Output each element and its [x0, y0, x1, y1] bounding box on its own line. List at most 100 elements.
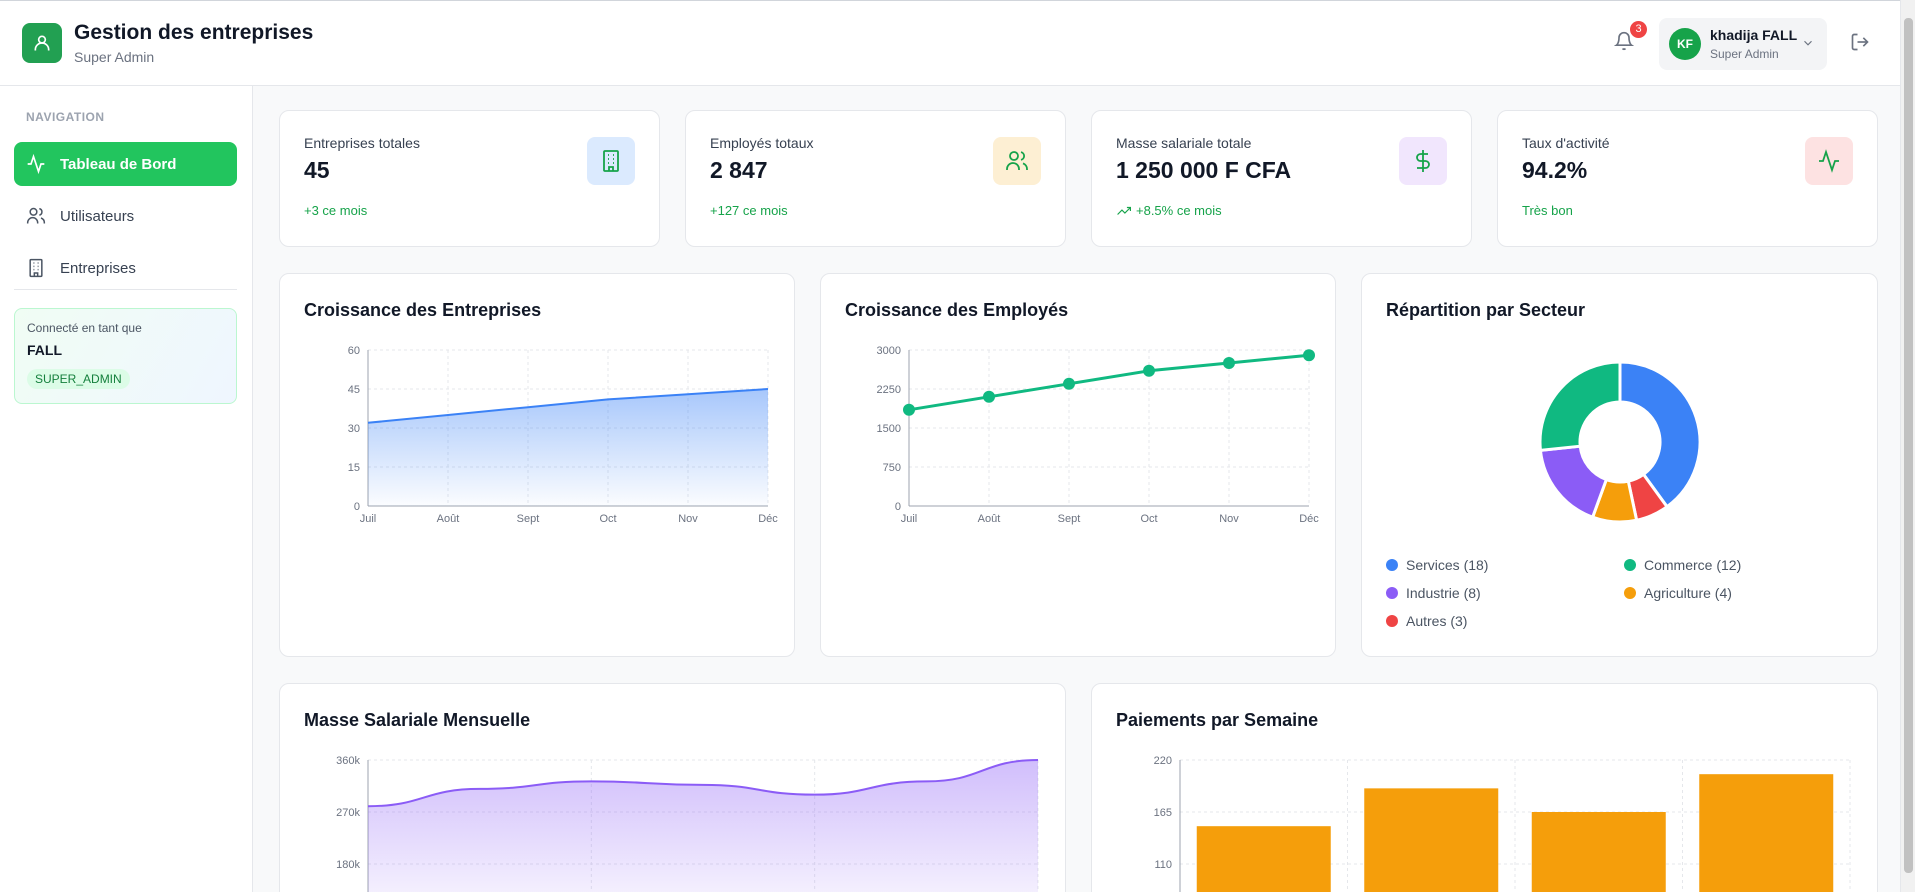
y-tick-label: 0: [895, 501, 901, 513]
x-tick-label: Juil: [901, 513, 918, 525]
sidebar-item-entreprises[interactable]: Entreprises: [14, 246, 237, 290]
building-icon: [587, 137, 635, 185]
connected-user-panel: Connecté en tant que FALL SUPER_ADMIN: [14, 308, 237, 404]
y-tick-label: 2250: [877, 384, 901, 396]
bar: [1699, 774, 1834, 892]
avatar: KF: [1669, 28, 1701, 60]
sidebar-item-label: Utilisateurs: [60, 207, 135, 225]
y-tick-label: 60: [348, 345, 360, 357]
legend-item: Agriculture (4): [1624, 585, 1732, 601]
x-tick-label: Oct: [1140, 513, 1157, 525]
legend-swatch: [1624, 559, 1636, 571]
stat-delta: +3 ce mois: [304, 203, 368, 218]
stat-card-masse-salariale: Masse salariale totale 1 250 000 F CFA +…: [1091, 110, 1472, 247]
connected-label: Connecté en tant que: [27, 321, 142, 335]
sidebar-item-label: Tableau de Bord: [60, 155, 177, 173]
y-tick-label: 750: [883, 462, 901, 474]
y-tick-label: 30: [348, 423, 360, 435]
legend-item: Autres (3): [1386, 613, 1467, 629]
x-tick-label: Juil: [360, 513, 377, 525]
activity-icon: [1805, 137, 1853, 185]
legend-item: Services (18): [1386, 557, 1488, 573]
sidebar-item-label: Entreprises: [60, 259, 136, 277]
stat-delta: Très bon: [1522, 203, 1573, 218]
area-fill: [368, 389, 768, 506]
chart-card-entreprises: Croissance des Entreprises 0 15 30 45 60 Juil…: [279, 273, 795, 657]
legend-swatch: [1624, 587, 1636, 599]
y-tick-label: 15: [348, 462, 360, 474]
sidebar-item-tableau-de-bord[interactable]: Tableau de Bord: [14, 142, 237, 186]
role-badge: SUPER_ADMIN: [27, 369, 130, 389]
chevron-down-icon: [1804, 40, 1812, 46]
stat-label: Employés totaux: [710, 135, 814, 151]
y-tick-label: 360k: [336, 755, 360, 767]
y-tick-label: 1500: [877, 423, 901, 435]
y-tick-label: 270k: [336, 807, 360, 819]
stat-card-employes: Employés totaux 2 847 +127 ce mois: [685, 110, 1066, 247]
app-subtitle: Super Admin: [74, 49, 155, 65]
activity-icon: [27, 154, 45, 174]
data-point: [1143, 364, 1155, 377]
stat-label: Masse salariale totale: [1116, 135, 1252, 151]
x-tick-label: Nov: [678, 513, 698, 525]
trending-up-icon: [1117, 206, 1131, 215]
chart-paiements: 220 165 110: [1154, 755, 1851, 892]
top-bar: Gestion des entreprises Super Admin 3 KF…: [0, 0, 1900, 86]
app-logo: [22, 23, 62, 63]
chart-entreprises: 0 15 30 45 60 Juil Août Sept Oct Nov Déc: [348, 345, 779, 525]
sidebar: NAVIGATION Tableau de Bord Utilisateurs …: [0, 86, 253, 892]
users-icon: [26, 207, 46, 224]
stat-value: 2 847: [710, 157, 768, 183]
nav-heading: NAVIGATION: [26, 110, 105, 124]
user-icon: [34, 35, 50, 51]
x-tick-label: Août: [437, 513, 460, 525]
bar: [1531, 812, 1666, 892]
stat-label: Taux d'activité: [1522, 135, 1610, 151]
legend-swatch: [1386, 559, 1398, 571]
x-tick-label: Août: [978, 513, 1001, 525]
pie-slice: [1538, 360, 1622, 453]
data-point: [1223, 357, 1235, 369]
y-tick-label: 180k: [336, 859, 360, 871]
dollar-icon: [1399, 137, 1447, 185]
chart-card-secteur: Répartition par Secteur Services (18) Co…: [1361, 273, 1878, 657]
stat-value: 1 250 000 F CFA: [1116, 157, 1292, 183]
data-point: [1063, 377, 1075, 390]
x-tick-label: Oct: [599, 513, 616, 525]
user-role: Super Admin: [1710, 47, 1779, 61]
area-fill: [368, 760, 1038, 892]
chart-masse-salariale: 360k 270k 180k: [336, 755, 1039, 892]
x-tick-label: Déc: [1299, 513, 1319, 525]
stat-value: 94.2%: [1522, 157, 1588, 183]
stat-delta: +127 ce mois: [710, 203, 788, 218]
bar: [1196, 826, 1331, 892]
chart-card-employes: Croissance des Employés 0 750 1500 2250 3000…: [820, 273, 1336, 657]
bar: [1364, 788, 1499, 892]
notification-badge: 3: [1630, 21, 1647, 38]
data-point: [1303, 349, 1315, 362]
data-point: [983, 390, 995, 403]
user-menu[interactable]: KF khadija FALL Super Admin: [1659, 18, 1827, 70]
stat-card-taux-activite: Taux d'activité 94.2% Très bon: [1497, 110, 1878, 247]
y-tick-label: 45: [348, 384, 360, 396]
x-tick-label: Sept: [1058, 513, 1081, 525]
chart-title: Répartition par Secteur: [1386, 300, 1586, 320]
x-tick-label: Nov: [1219, 513, 1239, 525]
logout-button[interactable]: [1850, 32, 1870, 57]
chart-card-paiements: Paiements par Semaine 220 165 110: [1091, 683, 1878, 892]
legend-item: Commerce (12): [1624, 557, 1741, 573]
logout-icon: [1851, 33, 1869, 51]
stat-delta: +8.5% ce mois: [1116, 203, 1222, 218]
legend-item: Industrie (8): [1386, 585, 1481, 601]
stat-value: 45: [304, 157, 330, 183]
stat-card-entreprises: Entreprises totales 45 +3 ce mois: [279, 110, 660, 247]
y-tick-label: 110: [1154, 859, 1172, 871]
scrollbar[interactable]: [1900, 0, 1915, 892]
scrollbar-thumb[interactable]: [1904, 18, 1913, 873]
x-tick-label: Sept: [517, 513, 540, 525]
users-icon: [993, 137, 1041, 185]
sidebar-item-utilisateurs[interactable]: Utilisateurs: [14, 194, 237, 238]
series-line: [908, 353, 1310, 412]
x-tick-label: Déc: [758, 513, 778, 525]
y-tick-label: 220: [1154, 755, 1172, 767]
